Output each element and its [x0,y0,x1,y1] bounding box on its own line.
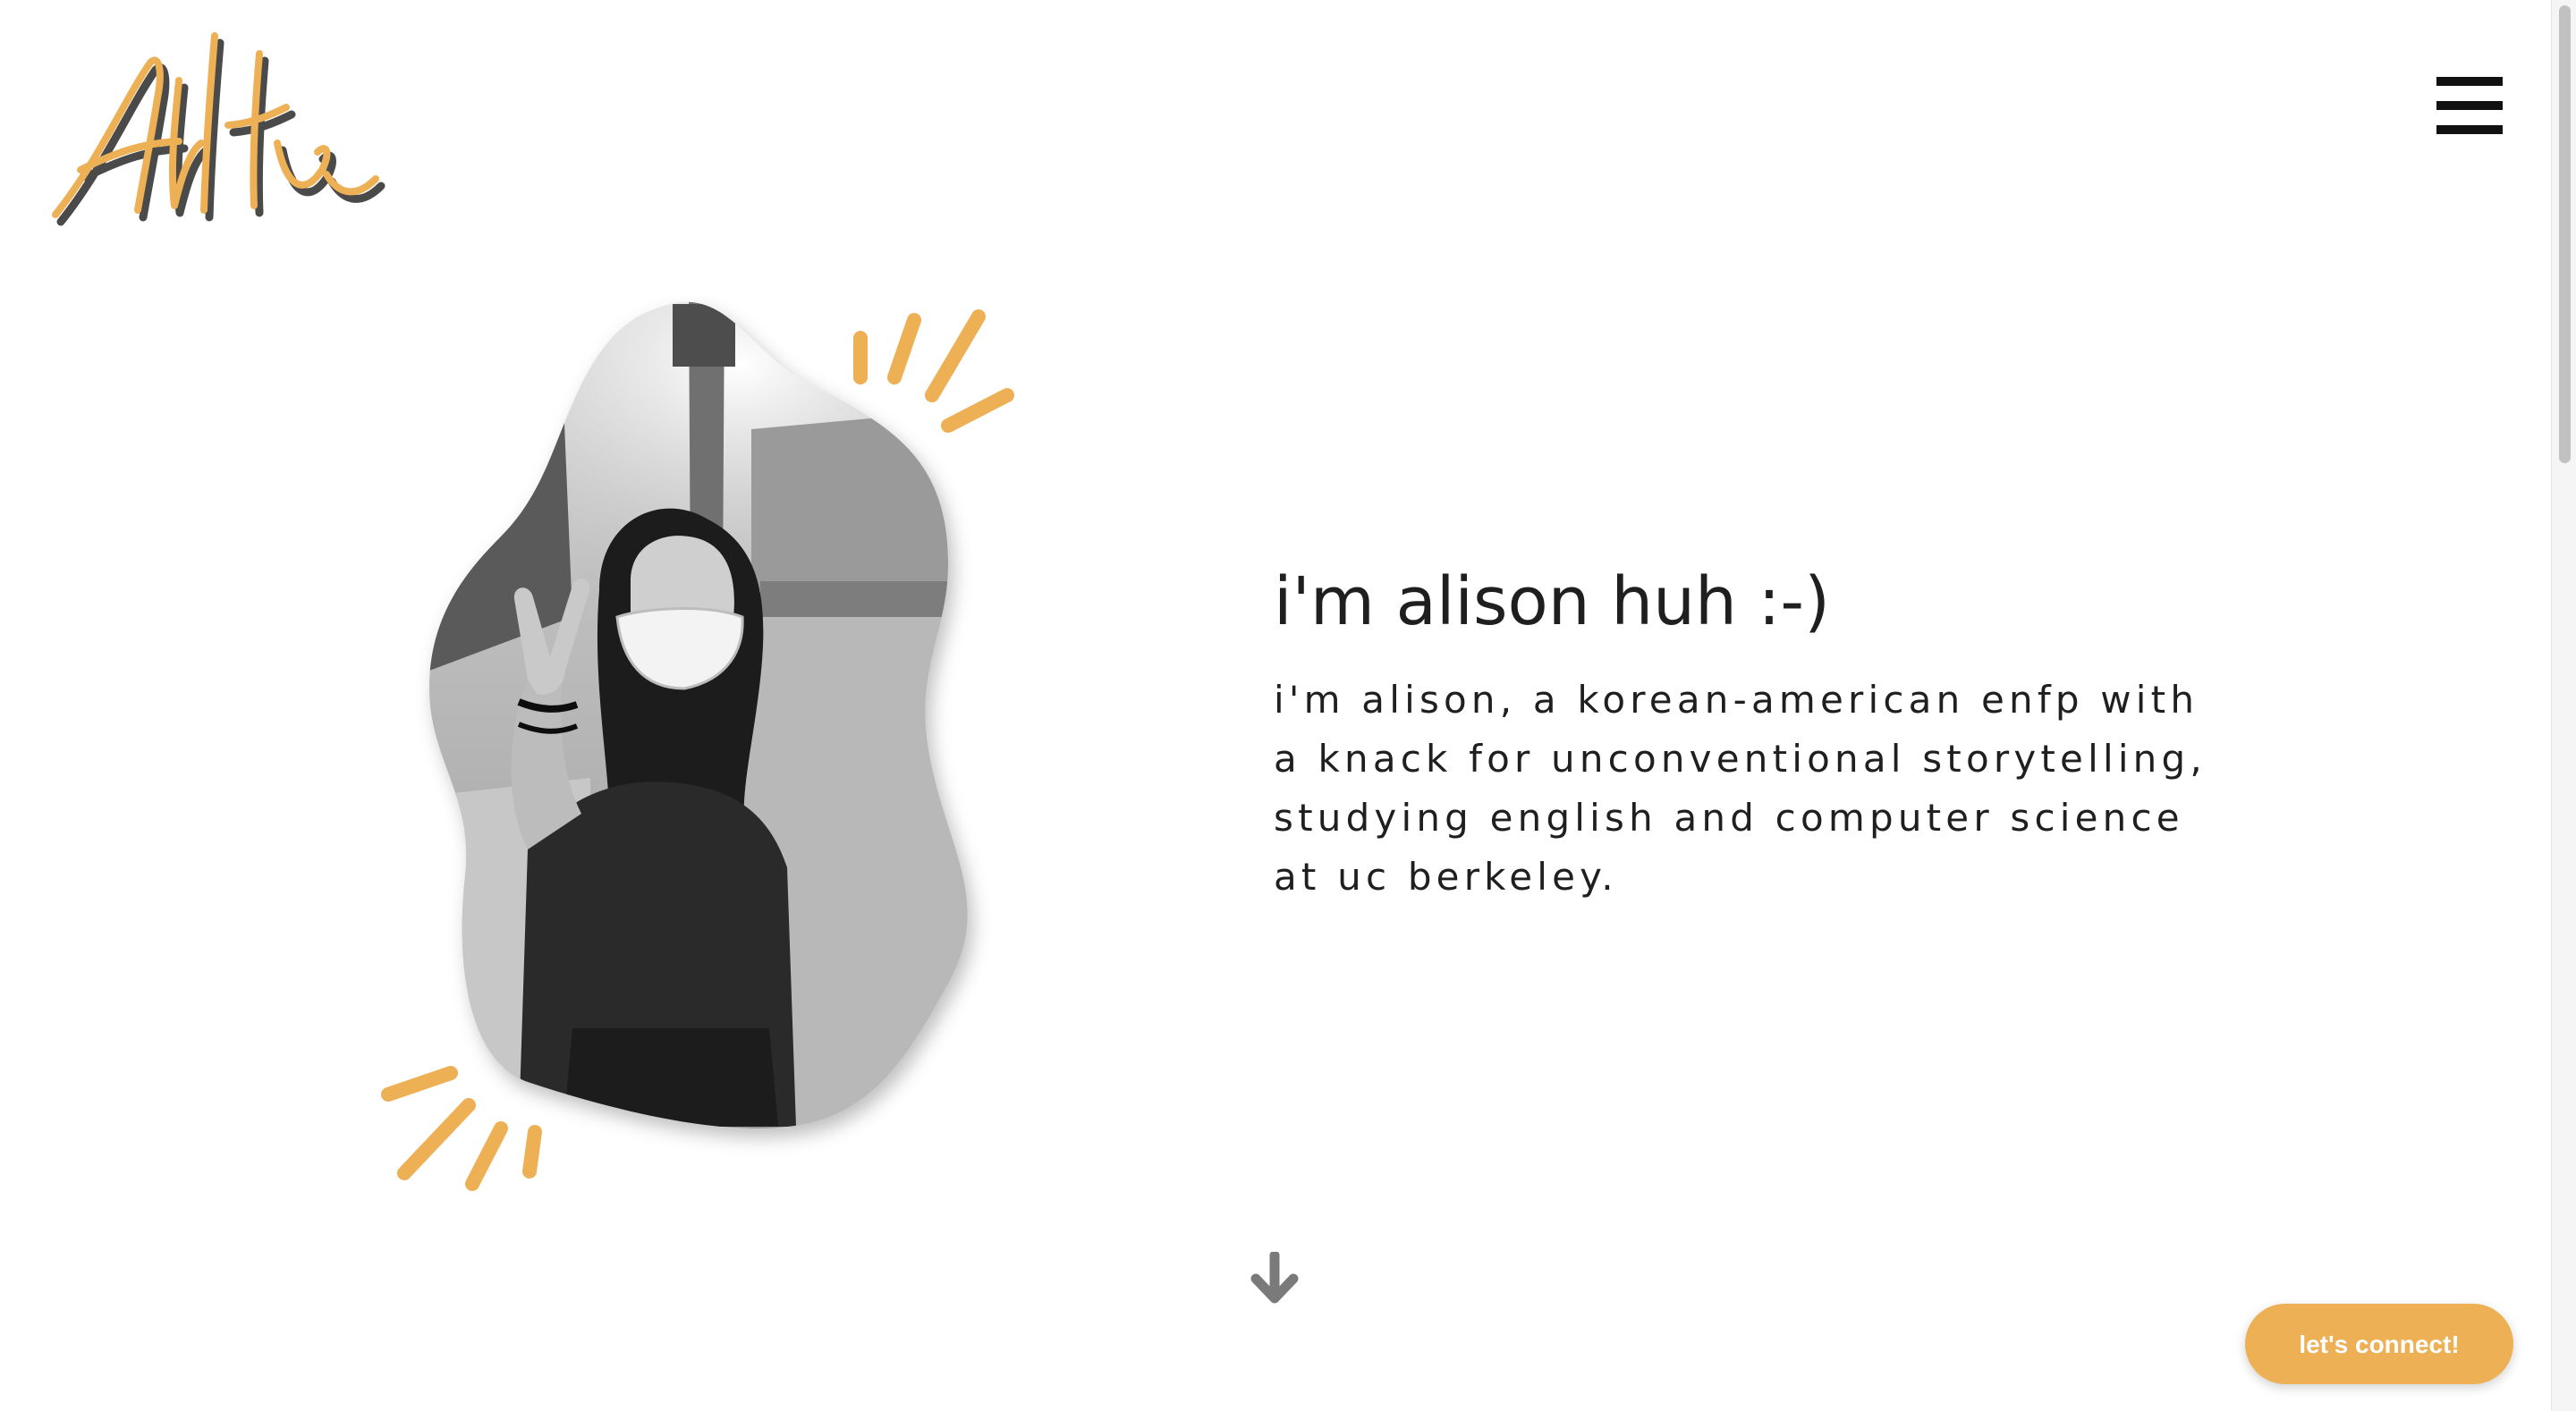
accent-strokes-top [853,309,1014,433]
intro-description: i'm alison, a korean-american enfp with … [1274,671,2240,907]
intro-line: studying english and computer science [1274,796,2184,840]
lets-connect-button[interactable]: let's connect! [2245,1304,2513,1384]
intro-line: i'm alison, a korean-american enfp with [1274,678,2199,722]
hero-photo [376,295,1038,1207]
arrow-down-graphic [1250,1250,1299,1304]
intro-line: a knack for unconventional storytelling, [1274,737,2207,781]
intro-section: i'm alison huh :-) i'm alison, a korean-… [1274,553,2240,907]
hamburger-menu-icon[interactable] [2436,77,2503,134]
site-logo[interactable] [45,18,394,259]
menu-bar-middle [2436,101,2503,110]
page: i'm alison huh :-) i'm alison, a korean-… [0,0,2576,1411]
logo-signature [52,32,386,226]
intro-line: at uc berkeley. [1274,855,1618,899]
scrollbar-track[interactable] [2551,0,2576,1411]
arrow-down-icon[interactable] [1250,1250,1299,1305]
accent-strokes-bottom [381,1066,542,1191]
menu-bar-top [2436,77,2503,86]
hero-photo-graphic [381,301,1014,1191]
scrollbar-thumb[interactable] [2559,5,2571,463]
intro-title: i'm alison huh :-) [1274,563,1830,640]
menu-bar-bottom [2436,125,2503,134]
